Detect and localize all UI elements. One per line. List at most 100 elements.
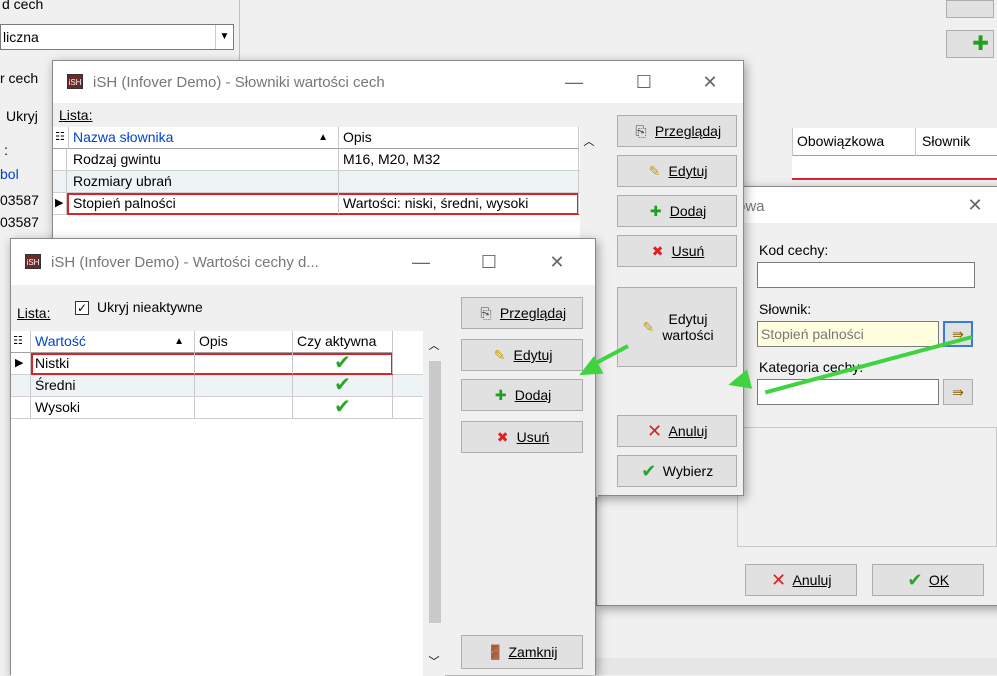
background-left-label-5: 03587 xyxy=(0,214,39,230)
value-desc xyxy=(195,375,293,396)
value-name: Średni xyxy=(31,375,195,396)
kod-cechy-input[interactable] xyxy=(757,262,975,288)
kategoria-input[interactable] xyxy=(757,379,939,405)
value-name: Wysoki xyxy=(31,397,195,418)
background-right-icon-button-1[interactable] xyxy=(946,0,994,18)
feature-cancel-button[interactable]: ✕ Anuluj xyxy=(745,564,857,596)
sort-ascending-icon: ▲ xyxy=(174,336,184,347)
add-icon: ✚ xyxy=(649,203,662,219)
values-scrollbar[interactable]: ︿ ﹀ xyxy=(423,331,445,676)
dict-add-button[interactable]: ✚ Dodaj xyxy=(617,195,737,227)
cancel-icon: ✕ xyxy=(770,570,787,590)
values-title: iSH (Infover Demo) - Wartości cechy d... xyxy=(51,254,319,271)
values-add-button[interactable]: ✚ Dodaj xyxy=(461,379,583,411)
values-close-label: Zamknij xyxy=(508,644,558,660)
close-icon[interactable]: ✕ xyxy=(963,193,987,217)
table-row-selected[interactable]: ▶ Nistki ✔ xyxy=(11,353,445,375)
dictionaries-title: iSH (Infover Demo) - Słowniki wartości c… xyxy=(93,74,385,91)
column-header-wartosc[interactable]: Wartość ▲ xyxy=(31,331,195,353)
background-bottom-bar xyxy=(592,658,997,675)
close-icon[interactable]: ✕ xyxy=(545,250,569,274)
dictionary-name: Rodzaj gwintu xyxy=(69,149,339,170)
background-add-icon-button[interactable]: ✚ xyxy=(946,30,994,58)
values-lista-label: Lista: xyxy=(17,305,51,321)
dict-edit-values-label: Edytuj wartości xyxy=(662,311,713,343)
values-close-button[interactable]: 🚪 Zamknij xyxy=(461,635,583,669)
dict-edit-values-line1: Edytuj xyxy=(668,311,708,327)
dictionaries-lista-label: Lista: xyxy=(59,107,93,123)
dictionary-desc: Wartości: niski, średni, wysoki xyxy=(339,193,579,214)
app-icon: iSH xyxy=(25,254,41,269)
hide-inactive-checkbox[interactable]: ✓ xyxy=(75,301,89,315)
row-indicator xyxy=(11,375,31,396)
dictionary-name: Rozmiary ubrań xyxy=(69,171,339,192)
dictionaries-titlebar: iSH iSH (Infover Demo) - Słowniki wartoś… xyxy=(53,61,743,103)
kategoria-lookup-button[interactable]: ⇛ xyxy=(943,379,973,405)
door-exit-icon: 🚪 xyxy=(486,644,504,660)
scroll-up-icon[interactable]: ︿ xyxy=(580,133,598,149)
row-indicator xyxy=(53,149,67,170)
scroll-up-icon[interactable]: ︿ xyxy=(423,337,445,353)
values-delete-label: Usuń xyxy=(516,429,550,445)
row-indicator xyxy=(11,397,31,418)
chevron-down-icon[interactable]: ▼ xyxy=(215,25,233,49)
delete-icon: ✖ xyxy=(651,243,664,259)
table-row[interactable]: Rodzaj gwintu M16, M20, M32 xyxy=(53,149,598,171)
feature-ok-label: OK xyxy=(928,572,950,588)
feature-ok-button[interactable]: ✔ OK xyxy=(872,564,984,596)
maximize-icon[interactable]: ☐ xyxy=(477,250,501,274)
maximize-icon[interactable]: ☐ xyxy=(632,70,656,94)
dict-choose-label: Wybierz xyxy=(662,463,714,479)
add-icon: ✚ xyxy=(494,387,507,403)
slownik-input[interactable]: Stopień palności xyxy=(757,321,939,347)
dict-edit-label: Edytuj xyxy=(668,163,708,179)
table-row[interactable]: Średni ✔ xyxy=(11,375,445,397)
edit-icon: ✎ xyxy=(648,163,661,179)
values-delete-button[interactable]: ✖ Usuń xyxy=(461,421,583,453)
values-browse-button[interactable]: ⎘ Przeglądaj xyxy=(461,297,583,329)
dict-edit-values-button[interactable]: ✎ Edytuj wartości xyxy=(617,287,737,367)
background-left-label-4: 03587 xyxy=(0,192,39,208)
dictionary-desc: M16, M20, M32 xyxy=(339,149,579,170)
values-edit-button[interactable]: ✎ Edytuj xyxy=(461,339,583,371)
dict-browse-button[interactable]: ⎘ Przeglądaj xyxy=(617,115,737,147)
app-icon: iSH xyxy=(67,74,83,89)
active-check-icon: ✔ xyxy=(293,397,393,418)
dict-add-label: Dodaj xyxy=(669,203,707,219)
minimize-icon[interactable]: — xyxy=(409,250,433,274)
sort-ascending-icon: ▲ xyxy=(318,132,328,143)
dict-choose-button[interactable]: ✔ Wybierz xyxy=(617,455,737,487)
table-row[interactable]: Rozmiary ubrań xyxy=(53,171,598,193)
value-desc xyxy=(195,397,293,418)
column-header-obowiazkowa[interactable]: Obowiązkowa xyxy=(792,128,916,156)
edit-icon: ✎ xyxy=(493,347,506,363)
dictionary-name: Stopień palności xyxy=(69,193,339,214)
column-header-opis[interactable]: Opis xyxy=(195,331,293,353)
column-header-czy-aktywna[interactable]: Czy aktywna xyxy=(293,331,393,353)
column-header-slownik[interactable]: Słownik xyxy=(916,128,997,156)
edit-icon: ✎ xyxy=(642,319,655,335)
close-icon[interactable]: ✕ xyxy=(698,70,722,94)
scroll-down-icon[interactable]: ﹀ xyxy=(423,653,445,669)
minimize-icon[interactable]: — xyxy=(562,70,586,94)
active-check-icon: ✔ xyxy=(293,375,393,396)
hide-inactive-label: Ukryj nieaktywne xyxy=(97,299,203,315)
dict-cancel-button[interactable]: ✕ Anuluj xyxy=(617,415,737,447)
background-left-label-3: bol xyxy=(0,166,19,182)
row-indicator xyxy=(53,171,67,192)
delete-icon: ✖ xyxy=(496,429,509,445)
column-header-opis[interactable]: Opis xyxy=(339,127,579,149)
column-header-nazwa-label: Nazwa słownika xyxy=(73,129,174,145)
dict-edit-button[interactable]: ✎ Edytuj xyxy=(617,155,737,187)
slownik-label: Słownik: xyxy=(759,301,812,317)
feature-cancel-label: Anuluj xyxy=(792,572,832,588)
column-header-nazwa[interactable]: Nazwa słownika ▲ xyxy=(69,127,339,149)
grid-menu-icon[interactable]: ☷ xyxy=(11,331,31,353)
background-combo[interactable]: liczna ▼ xyxy=(0,24,234,50)
scroll-thumb[interactable] xyxy=(429,361,441,623)
cancel-icon: ✕ xyxy=(646,421,663,441)
dict-delete-button[interactable]: ✖ Usuń xyxy=(617,235,737,267)
table-row-selected[interactable]: ▶ Stopień palności Wartości: niski, śred… xyxy=(53,193,598,215)
table-row[interactable]: Wysoki ✔ xyxy=(11,397,445,419)
grid-menu-icon[interactable]: ☷ xyxy=(53,127,69,149)
